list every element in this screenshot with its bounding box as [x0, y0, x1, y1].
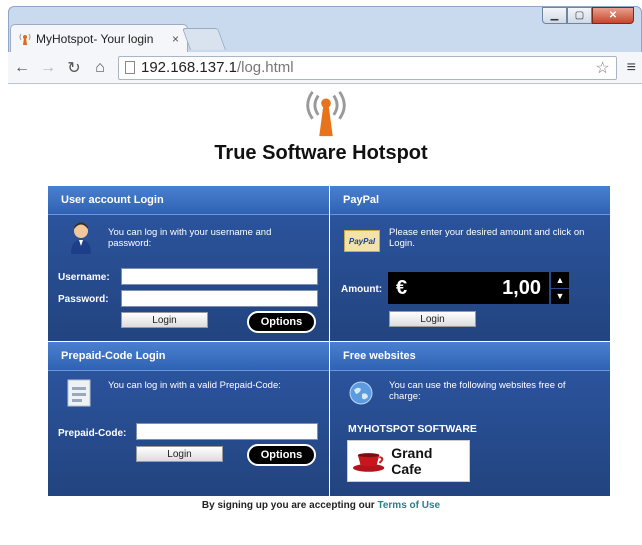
free-websites-header: Free websites — [330, 342, 610, 371]
prepaid-code-label: Prepaid-Code: — [58, 428, 127, 439]
browser-tab[interactable]: MyHotspot- Your login × — [10, 24, 188, 52]
password-input[interactable] — [121, 290, 318, 307]
url-path: /log.html — [236, 59, 294, 76]
minimize-button[interactable]: ▁ — [542, 7, 567, 24]
user-options-button[interactable]: Options — [247, 311, 316, 333]
maximize-button[interactable]: ▢ — [567, 7, 592, 24]
footer-text: By signing up you are accepting our — [201, 500, 378, 511]
prepaid-login-button[interactable]: Login — [136, 446, 223, 462]
hotspot-logo-icon — [306, 90, 346, 137]
browser-toolbar: ← → ↻ ⌂ 192.168.137.1/log.html ☆ ≡ — [8, 52, 642, 84]
amount-value: 1,00 — [502, 276, 541, 299]
reload-icon[interactable]: ↻ — [66, 58, 82, 78]
username-label: Username: — [58, 272, 110, 283]
currency-symbol: € — [396, 276, 408, 299]
back-arrow-icon[interactable]: ← — [14, 59, 30, 77]
username-input[interactable] — [121, 268, 318, 285]
amount-spinner: ▲ ▼ — [551, 272, 569, 304]
paypal-logo-icon: PayPal — [344, 230, 380, 252]
forward-arrow-icon[interactable]: → — [40, 59, 56, 77]
paypal-login-button[interactable]: Login — [389, 311, 476, 327]
user-login-button[interactable]: Login — [121, 312, 208, 328]
user-login-header: User account Login — [48, 186, 329, 215]
password-label: Password: — [58, 294, 109, 305]
paypal-header: PayPal — [330, 186, 610, 215]
tab-title: MyHotspot- Your login — [36, 31, 154, 46]
sponsor-title: MYHOTSPOT SOFTWARE — [348, 423, 477, 435]
tab-close-icon[interactable]: × — [172, 32, 179, 46]
free-websites-info: You can use the following websites free … — [389, 380, 566, 402]
prepaid-card-icon — [67, 379, 91, 407]
prepaid-info: You can log in with a valid Prepaid-Code… — [108, 380, 281, 391]
menu-icon[interactable]: ≡ — [627, 59, 636, 77]
user-avatar-icon — [71, 222, 91, 254]
amount-increase-icon[interactable]: ▲ — [551, 272, 569, 288]
home-icon[interactable]: ⌂ — [92, 59, 108, 77]
page-title: True Software Hotspot — [214, 142, 428, 164]
url-host: 192.168.137.1 — [141, 59, 237, 76]
prepaid-code-input[interactable] — [136, 423, 318, 440]
paypal-info: Please enter your desired amount and cli… — [389, 227, 585, 249]
grand-cafe-link[interactable]: Grand Cafe — [347, 440, 470, 482]
hotspot-favicon-icon — [19, 32, 31, 46]
bookmark-star-icon[interactable]: ☆ — [595, 58, 609, 78]
prepaid-login-panel: Prepaid-Code Login — [48, 342, 329, 496]
coffee-cup-icon — [352, 453, 385, 472]
globe-icon — [349, 381, 373, 405]
amount-decrease-icon[interactable]: ▼ — [551, 288, 569, 304]
close-window-button[interactable]: ✕ — [592, 7, 634, 24]
sponsor-name: Grand Cafe — [391, 445, 433, 477]
prepaid-login-header: Prepaid-Code Login — [48, 342, 329, 371]
amount-label: Amount: — [341, 284, 383, 295]
new-tab-button[interactable] — [181, 28, 227, 50]
page-icon — [125, 61, 135, 74]
terms-footer: By signing up you are accepting our Term… — [0, 500, 642, 511]
window-controls: ▁ ▢ ✕ — [542, 7, 634, 24]
address-bar[interactable]: 192.168.137.1/log.html ☆ — [118, 55, 617, 80]
amount-display[interactable]: € 1,00 — [388, 272, 549, 304]
prepaid-options-button[interactable]: Options — [247, 444, 316, 466]
user-login-info: You can log in with your username and pa… — [108, 227, 272, 249]
terms-of-use-link[interactable]: Terms of Use — [377, 500, 440, 511]
